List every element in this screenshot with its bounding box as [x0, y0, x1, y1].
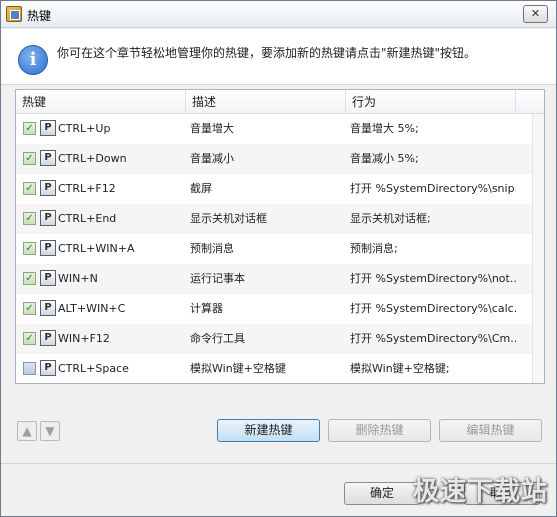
table-row[interactable]: ✓ P ALT+WIN+C 计算器 打开 %SystemDirectory%\c… — [16, 294, 532, 324]
hotkeys-dialog: 热键 ✕ i 你可在这个章节轻松地管理你的热键，要添加新的热键请点击"新建热键"… — [0, 0, 557, 517]
description-cell: 命令行工具 — [190, 332, 245, 345]
description-cell: 计算器 — [190, 302, 223, 315]
enabled-checkbox[interactable]: ✓ — [23, 302, 36, 315]
move-up-button[interactable]: ▲ — [17, 421, 37, 441]
enabled-checkbox[interactable]: ✓ — [23, 242, 36, 255]
column-header-description[interactable]: 描述 — [186, 90, 346, 114]
edit-hotkey-button[interactable]: 编辑热键 — [439, 419, 542, 442]
hotkey-type-icon: P — [40, 180, 56, 196]
ok-button[interactable]: 确定 — [344, 482, 420, 505]
enabled-checkbox[interactable]: ✓ — [23, 182, 36, 195]
table-row[interactable]: ✓ P CTRL+Space 模拟Win键+空格键 模拟Win键+空格键; — [16, 354, 532, 384]
hotkey-cell: CTRL+F12 — [58, 182, 116, 195]
hotkey-type-icon: P — [40, 270, 56, 286]
table-row[interactable]: ✓ P CTRL+F12 截屏 打开 %SystemDirectory%\sni… — [16, 174, 532, 204]
table-row[interactable]: ✓ P WIN+N 运行记事本 打开 %SystemDirectory%\not… — [16, 264, 532, 294]
action-cell: 打开 %SystemDirectory%\Cm... — [350, 332, 516, 345]
enabled-checkbox[interactable]: ✓ — [23, 152, 36, 165]
action-cell: 显示关机对话框; — [350, 212, 431, 225]
hotkey-type-icon: P — [40, 240, 56, 256]
hotkey-cell: CTRL+WIN+A — [58, 242, 135, 255]
delete-hotkey-button[interactable]: 删除热键 — [328, 419, 431, 442]
table-row[interactable]: ✓ P CTRL+End 显示关机对话框 显示关机对话框; — [16, 204, 532, 234]
info-icon: i — [18, 45, 48, 75]
column-header-hotkey[interactable]: 热键 — [16, 90, 186, 114]
description-cell: 模拟Win键+空格键 — [190, 362, 286, 375]
hotkey-cell: WIN+N — [58, 272, 98, 285]
enabled-checkbox[interactable]: ✓ — [23, 272, 36, 285]
hotkey-type-icon: P — [40, 150, 56, 166]
title-bar: 热键 ✕ — [1, 1, 556, 28]
hotkey-cell: CTRL+Space — [58, 362, 129, 375]
new-hotkey-button[interactable]: 新建热键 — [217, 419, 320, 442]
enabled-checkbox[interactable]: ✓ — [23, 212, 36, 225]
table-row[interactable]: ✓ P CTRL+WIN+A 预制消息 预制消息; — [16, 234, 532, 264]
hotkey-type-icon: P — [40, 300, 56, 316]
table-header: 热键 描述 行为 — [16, 90, 544, 114]
hotkey-cell: CTRL+End — [58, 212, 117, 225]
hotkey-type-icon: P — [40, 120, 56, 136]
table-row[interactable]: ✓ P WIN+F12 命令行工具 打开 %SystemDirectory%\C… — [16, 324, 532, 354]
hotkey-cell: CTRL+Down — [58, 152, 127, 165]
hotkey-cell: CTRL+Up — [58, 122, 111, 135]
window-title: 热键 — [27, 9, 52, 23]
description-cell: 音量减小 — [190, 152, 234, 165]
hotkey-table: 热键 描述 行为 ✓ P CTRL+Up 音量增大 音量增大 5%; ✓ P C… — [15, 89, 545, 384]
footer-divider — [1, 463, 556, 464]
close-button[interactable]: ✕ — [523, 5, 548, 23]
action-cell: 打开 %SystemDirectory%\calc... — [350, 302, 516, 315]
table-row[interactable]: ✓ P CTRL+Up 音量增大 音量增大 5%; — [16, 114, 532, 144]
enabled-checkbox[interactable]: ✓ — [23, 362, 36, 375]
watermark: 极速下载站 — [412, 477, 548, 507]
move-down-button[interactable]: ▼ — [40, 421, 60, 441]
hotkey-cell: WIN+F12 — [58, 332, 110, 345]
description-cell: 运行记事本 — [190, 272, 245, 285]
action-cell: 模拟Win键+空格键; — [350, 362, 450, 375]
hotkey-cell: ALT+WIN+C — [58, 302, 126, 315]
hotkey-type-icon: P — [40, 330, 56, 346]
vertical-scrollbar[interactable] — [532, 114, 544, 383]
info-text: 你可在这个章节轻松地管理你的热键，要添加新的热键请点击"新建热键"按钮。 — [57, 46, 477, 60]
description-cell: 截屏 — [190, 182, 212, 195]
info-banner: i 你可在这个章节轻松地管理你的热键，要添加新的热键请点击"新建热键"按钮。 — [1, 29, 556, 85]
app-icon — [6, 6, 22, 22]
description-cell: 音量增大 — [190, 122, 234, 135]
action-cell: 音量减小 5%; — [350, 152, 419, 165]
action-cell: 音量增大 5%; — [350, 122, 419, 135]
enabled-checkbox[interactable]: ✓ — [23, 122, 36, 135]
table-row[interactable]: ✓ P CTRL+Down 音量减小 音量减小 5%; — [16, 144, 532, 174]
hotkey-type-icon: P — [40, 210, 56, 226]
hotkey-type-icon: P — [40, 360, 56, 376]
action-cell: 打开 %SystemDirectory%\not... — [350, 272, 516, 285]
description-cell: 预制消息 — [190, 242, 234, 255]
enabled-checkbox[interactable]: ✓ — [23, 332, 36, 345]
action-cell: 预制消息; — [350, 242, 398, 255]
action-cell: 打开 %SystemDirectory%\snip... — [350, 182, 516, 195]
description-cell: 显示关机对话框 — [190, 212, 267, 225]
column-header-action[interactable]: 行为 — [346, 90, 516, 114]
